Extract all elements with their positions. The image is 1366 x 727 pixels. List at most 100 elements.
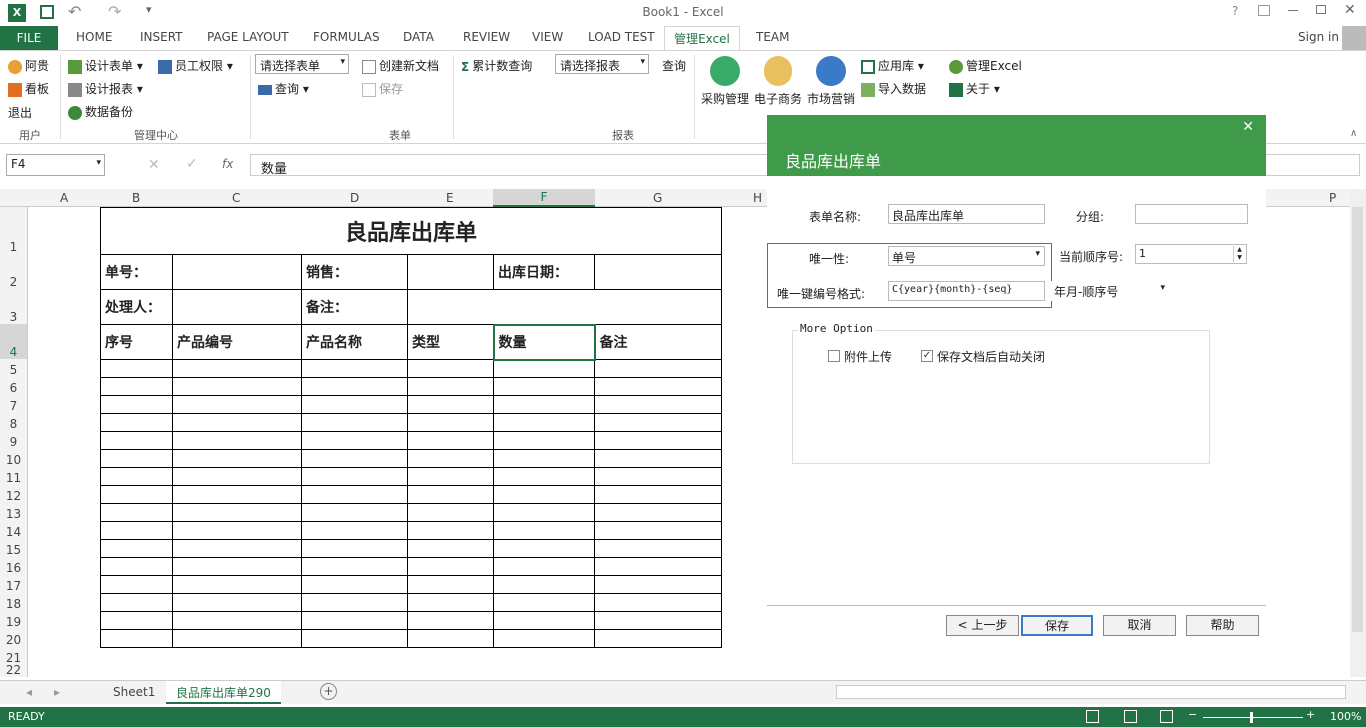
row-header[interactable]: 17: [0, 579, 27, 593]
cell-order-no-value[interactable]: [172, 254, 302, 290]
table-cell[interactable]: [594, 539, 722, 558]
table-cell[interactable]: [100, 395, 173, 414]
vertical-scrollbar[interactable]: [1350, 189, 1366, 677]
table-cell[interactable]: [407, 359, 494, 378]
autoclose-checkbox[interactable]: ✓: [921, 350, 933, 362]
manage-excel-button[interactable]: 管理Excel: [949, 57, 1022, 74]
save-button[interactable]: 保存: [1021, 615, 1093, 636]
row-header[interactable]: 14: [0, 525, 27, 539]
row-header[interactable]: 7: [0, 399, 27, 413]
tab-review[interactable]: REVIEW: [463, 30, 510, 44]
design-report-button[interactable]: 设计报表 ▾: [68, 80, 143, 97]
column-header-b[interactable]: B: [132, 191, 140, 205]
column-header-d[interactable]: D: [350, 191, 359, 205]
cell-sales-value[interactable]: [407, 254, 494, 290]
zoom-out-icon[interactable]: −: [1188, 708, 1197, 721]
table-cell[interactable]: [100, 575, 173, 594]
import-data-button[interactable]: 导入数据: [861, 80, 926, 97]
tab-page-layout[interactable]: PAGE LAYOUT: [207, 30, 289, 44]
table-cell[interactable]: [301, 521, 408, 540]
table-cell[interactable]: [172, 503, 302, 522]
table-cell[interactable]: [407, 521, 494, 540]
column-header-g[interactable]: G: [653, 191, 662, 205]
table-cell[interactable]: [172, 629, 302, 648]
cumulative-query-button[interactable]: Σ 累计数查询: [461, 57, 532, 74]
table-cell[interactable]: [594, 503, 722, 522]
zoom-in-icon[interactable]: +: [1306, 708, 1315, 721]
table-cell[interactable]: [301, 503, 408, 522]
table-cell[interactable]: [100, 557, 173, 576]
table-cell[interactable]: [301, 629, 408, 648]
table-cell[interactable]: [407, 629, 494, 648]
table-cell[interactable]: [100, 377, 173, 396]
form-query-button[interactable]: 查询 ▾: [258, 80, 309, 97]
table-cell[interactable]: [493, 575, 595, 594]
table-cell[interactable]: [172, 377, 302, 396]
table-cell[interactable]: [594, 629, 722, 648]
table-cell[interactable]: [493, 593, 595, 612]
table-cell[interactable]: [407, 503, 494, 522]
row-header[interactable]: 11: [0, 471, 27, 485]
table-cell[interactable]: [100, 485, 173, 504]
tab-home[interactable]: HOME: [76, 30, 112, 44]
table-cell[interactable]: [407, 431, 494, 450]
table-cell[interactable]: [594, 395, 722, 414]
table-cell[interactable]: [172, 557, 302, 576]
zoom-slider[interactable]: [1203, 717, 1303, 718]
table-cell[interactable]: [100, 521, 173, 540]
table-cell[interactable]: [172, 467, 302, 486]
table-cell[interactable]: [100, 449, 173, 468]
table-cell[interactable]: [493, 611, 595, 630]
prev-step-button[interactable]: < 上一步: [946, 615, 1019, 636]
app-store-button[interactable]: 应用库 ▾: [861, 57, 924, 74]
header-seq[interactable]: 序号: [100, 324, 173, 360]
dashboard-button[interactable]: 看板: [8, 80, 49, 97]
header-product-name[interactable]: 产品名称: [301, 324, 408, 360]
table-cell[interactable]: [172, 413, 302, 432]
backup-button[interactable]: 数据备份: [68, 103, 133, 120]
column-header-c[interactable]: C: [232, 191, 240, 205]
table-cell[interactable]: [493, 521, 595, 540]
marketing-button[interactable]: 市场营销: [806, 56, 856, 107]
ecommerce-button[interactable]: 电子商务: [753, 56, 803, 107]
staff-permission-button[interactable]: 员工权限 ▾: [158, 57, 233, 74]
row-header[interactable]: 19: [0, 615, 27, 629]
zoom-level[interactable]: 100%: [1330, 710, 1361, 723]
attach-checkbox[interactable]: [828, 350, 840, 362]
cell-sales-label[interactable]: 销售：: [301, 254, 408, 290]
enter-icon[interactable]: ✓: [186, 156, 198, 172]
scroll-left-icon[interactable]: ◂: [26, 685, 32, 699]
table-cell[interactable]: [172, 449, 302, 468]
logout-button[interactable]: 退出: [8, 104, 32, 121]
table-cell[interactable]: [407, 467, 494, 486]
table-cell[interactable]: [100, 431, 173, 450]
header-remark[interactable]: 备注: [594, 324, 722, 360]
table-cell[interactable]: [100, 611, 173, 630]
form-select[interactable]: 请选择表单 ▾: [255, 54, 349, 74]
fx-icon[interactable]: fx: [222, 157, 233, 171]
collapse-ribbon-icon[interactable]: ∧: [1350, 128, 1357, 139]
tab-file[interactable]: FILE: [0, 26, 58, 50]
table-cell[interactable]: [407, 611, 494, 630]
table-cell[interactable]: [301, 395, 408, 414]
tab-data[interactable]: DATA: [403, 30, 434, 44]
table-cell[interactable]: [172, 395, 302, 414]
table-cell[interactable]: [407, 557, 494, 576]
header-product-code[interactable]: 产品编号: [172, 324, 302, 360]
tab-manage-excel[interactable]: 管理Excel: [664, 26, 740, 51]
help-button[interactable]: ?: [1232, 4, 1238, 18]
row-header[interactable]: 9: [0, 435, 27, 449]
report-query-button[interactable]: 查询: [662, 57, 686, 74]
table-cell[interactable]: [301, 431, 408, 450]
cell-note-label[interactable]: 备注：: [301, 289, 408, 325]
seq-stepper[interactable]: 1 ▲ ▼: [1135, 244, 1247, 264]
table-cell[interactable]: [172, 431, 302, 450]
table-cell[interactable]: [407, 413, 494, 432]
row-header[interactable]: 10: [0, 453, 27, 467]
sheet-tab-active[interactable]: 良品库出库单290: [166, 681, 281, 704]
table-cell[interactable]: [301, 575, 408, 594]
column-header-e[interactable]: E: [446, 191, 454, 205]
zoom-thumb[interactable]: [1250, 712, 1253, 723]
scroll-right-icon[interactable]: ▸: [54, 685, 60, 699]
column-header-f[interactable]: F: [493, 189, 595, 207]
